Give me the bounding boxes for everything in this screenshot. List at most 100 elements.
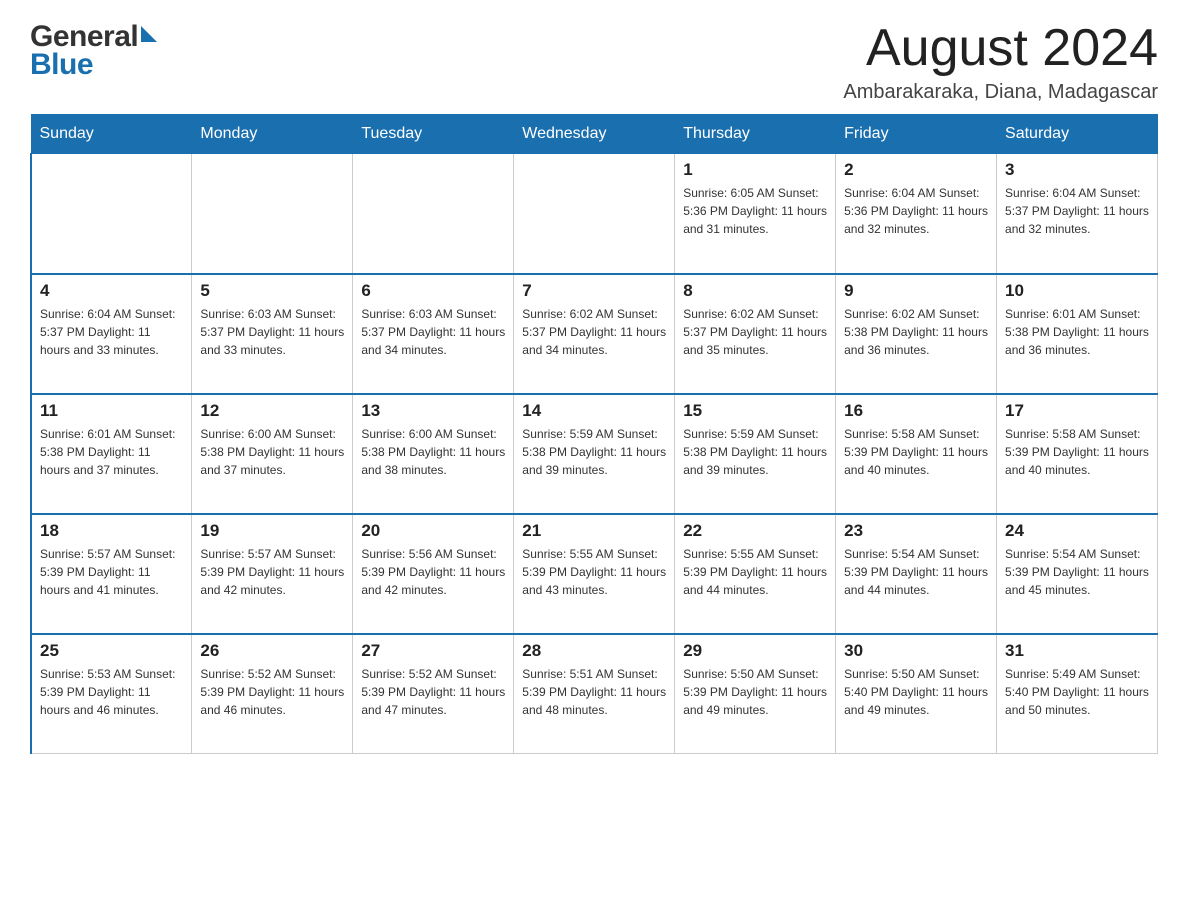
calendar-cell: 14 Sunrise: 5:59 AM Sunset: 5:38 PM Dayli…: [514, 394, 675, 514]
calendar-cell: 12 Sunrise: 6:00 AM Sunset: 5:38 PM Dayli…: [192, 394, 353, 514]
day-number: 4: [40, 281, 183, 301]
day-number: 30: [844, 641, 988, 661]
day-number: 29: [683, 641, 827, 661]
day-info: Sunrise: 5:58 AM Sunset: 5:39 PM Dayligh…: [844, 425, 988, 479]
day-number: 14: [522, 401, 666, 421]
day-number: 27: [361, 641, 505, 661]
day-info: Sunrise: 5:57 AM Sunset: 5:39 PM Dayligh…: [40, 545, 183, 599]
calendar-cell: 20Sunrise: 5:56 AM Sunset: 5:39 PM Dayli…: [353, 514, 514, 634]
calendar-week-row: 18 Sunrise: 5:57 AM Sunset: 5:39 PM Dayli…: [31, 514, 1158, 634]
calendar-cell: 17 Sunrise: 5:58 AM Sunset: 5:39 PM Dayli…: [997, 394, 1158, 514]
day-info: Sunrise: 6:02 AM Sunset: 5:37 PM Dayligh…: [683, 305, 827, 359]
calendar-cell: 6 Sunrise: 6:03 AM Sunset: 5:37 PM Daylig…: [353, 274, 514, 394]
calendar-cell: 8 Sunrise: 6:02 AM Sunset: 5:37 PM Daylig…: [675, 274, 836, 394]
day-number: 28: [522, 641, 666, 661]
day-info: Sunrise: 6:05 AM Sunset: 5:36 PM Dayligh…: [683, 184, 827, 238]
day-number: 17: [1005, 401, 1149, 421]
calendar-cell: 24 Sunrise: 5:54 AM Sunset: 5:39 PM Dayli…: [997, 514, 1158, 634]
day-number: 23: [844, 521, 988, 541]
calendar-cell: 16Sunrise: 5:58 AM Sunset: 5:39 PM Dayli…: [836, 394, 997, 514]
day-info: Sunrise: 6:02 AM Sunset: 5:38 PM Dayligh…: [844, 305, 988, 359]
calendar-cell: 30 Sunrise: 5:50 AM Sunset: 5:40 PM Dayli…: [836, 634, 997, 754]
calendar-cell: 11Sunrise: 6:01 AM Sunset: 5:38 PM Dayli…: [31, 394, 192, 514]
day-number: 12: [200, 401, 344, 421]
day-number: 31: [1005, 641, 1149, 661]
day-info: Sunrise: 6:04 AM Sunset: 5:37 PM Dayligh…: [1005, 184, 1149, 238]
day-number: 22: [683, 521, 827, 541]
day-info: Sunrise: 5:56 AM Sunset: 5:39 PM Dayligh…: [361, 545, 505, 599]
day-info: Sunrise: 6:04 AM Sunset: 5:36 PM Dayligh…: [844, 184, 988, 238]
day-info: Sunrise: 6:00 AM Sunset: 5:38 PM Dayligh…: [200, 425, 344, 479]
calendar-cell: 22Sunrise: 5:55 AM Sunset: 5:39 PM Dayli…: [675, 514, 836, 634]
calendar-cell: 31 Sunrise: 5:49 AM Sunset: 5:40 PM Dayli…: [997, 634, 1158, 754]
weekday-header-wednesday: Wednesday: [514, 115, 675, 154]
day-number: 8: [683, 281, 827, 301]
logo-triangle-icon: [141, 26, 157, 42]
day-info: Sunrise: 5:59 AM Sunset: 5:38 PM Dayligh…: [522, 425, 666, 479]
day-number: 7: [522, 281, 666, 301]
day-number: 21: [522, 521, 666, 541]
calendar-cell: 21 Sunrise: 5:55 AM Sunset: 5:39 PM Dayli…: [514, 514, 675, 634]
calendar-cell: [514, 154, 675, 274]
calendar-week-row: 25 Sunrise: 5:53 AM Sunset: 5:39 PM Dayli…: [31, 634, 1158, 754]
day-info: Sunrise: 6:01 AM Sunset: 5:38 PM Dayligh…: [1005, 305, 1149, 359]
day-info: Sunrise: 6:03 AM Sunset: 5:37 PM Dayligh…: [361, 305, 505, 359]
calendar-cell: 28Sunrise: 5:51 AM Sunset: 5:39 PM Dayli…: [514, 634, 675, 754]
weekday-header-tuesday: Tuesday: [353, 115, 514, 154]
calendar-cell: 15 Sunrise: 5:59 AM Sunset: 5:38 PM Dayli…: [675, 394, 836, 514]
title-area: August 2024 Ambarakaraka, Diana, Madagas…: [843, 20, 1158, 104]
calendar-cell: 9 Sunrise: 6:02 AM Sunset: 5:38 PM Daylig…: [836, 274, 997, 394]
calendar-cell: 3Sunrise: 6:04 AM Sunset: 5:37 PM Daylig…: [997, 154, 1158, 274]
day-info: Sunrise: 5:54 AM Sunset: 5:39 PM Dayligh…: [1005, 545, 1149, 599]
calendar-cell: 27 Sunrise: 5:52 AM Sunset: 5:39 PM Dayli…: [353, 634, 514, 754]
day-info: Sunrise: 5:53 AM Sunset: 5:39 PM Dayligh…: [40, 665, 183, 719]
weekday-header-thursday: Thursday: [675, 115, 836, 154]
day-number: 5: [200, 281, 344, 301]
day-info: Sunrise: 5:49 AM Sunset: 5:40 PM Dayligh…: [1005, 665, 1149, 719]
weekday-header-friday: Friday: [836, 115, 997, 154]
day-info: Sunrise: 5:50 AM Sunset: 5:39 PM Dayligh…: [683, 665, 827, 719]
day-number: 10: [1005, 281, 1149, 301]
day-info: Sunrise: 5:52 AM Sunset: 5:39 PM Dayligh…: [200, 665, 344, 719]
calendar-week-row: 4 Sunrise: 6:04 AM Sunset: 5:37 PM Daylig…: [31, 274, 1158, 394]
day-info: Sunrise: 6:02 AM Sunset: 5:37 PM Dayligh…: [522, 305, 666, 359]
day-info: Sunrise: 6:00 AM Sunset: 5:38 PM Dayligh…: [361, 425, 505, 479]
day-number: 13: [361, 401, 505, 421]
day-number: 19: [200, 521, 344, 541]
day-info: Sunrise: 5:50 AM Sunset: 5:40 PM Dayligh…: [844, 665, 988, 719]
calendar-cell: 26 Sunrise: 5:52 AM Sunset: 5:39 PM Dayli…: [192, 634, 353, 754]
calendar-cell: 1 Sunrise: 6:05 AM Sunset: 5:36 PM Daylig…: [675, 154, 836, 274]
weekday-header-sunday: Sunday: [31, 115, 192, 154]
calendar-cell: 13 Sunrise: 6:00 AM Sunset: 5:38 PM Dayli…: [353, 394, 514, 514]
calendar-cell: [31, 154, 192, 274]
day-info: Sunrise: 5:52 AM Sunset: 5:39 PM Dayligh…: [361, 665, 505, 719]
day-number: 9: [844, 281, 988, 301]
day-info: Sunrise: 5:58 AM Sunset: 5:39 PM Dayligh…: [1005, 425, 1149, 479]
day-number: 26: [200, 641, 344, 661]
calendar-cell: 29 Sunrise: 5:50 AM Sunset: 5:39 PM Dayli…: [675, 634, 836, 754]
calendar-cell: 19Sunrise: 5:57 AM Sunset: 5:39 PM Dayli…: [192, 514, 353, 634]
calendar-header-row: SundayMondayTuesdayWednesdayThursdayFrid…: [31, 115, 1158, 154]
day-number: 11: [40, 401, 183, 421]
calendar-week-row: 11Sunrise: 6:01 AM Sunset: 5:38 PM Dayli…: [31, 394, 1158, 514]
day-number: 6: [361, 281, 505, 301]
page-header: General Blue August 2024 Ambarakaraka, D…: [30, 20, 1158, 104]
calendar-cell: [192, 154, 353, 274]
day-number: 25: [40, 641, 183, 661]
calendar-cell: 4 Sunrise: 6:04 AM Sunset: 5:37 PM Daylig…: [31, 274, 192, 394]
day-number: 1: [683, 160, 827, 180]
day-number: 18: [40, 521, 183, 541]
day-info: Sunrise: 5:59 AM Sunset: 5:38 PM Dayligh…: [683, 425, 827, 479]
calendar-cell: [353, 154, 514, 274]
day-number: 24: [1005, 521, 1149, 541]
calendar-cell: 18 Sunrise: 5:57 AM Sunset: 5:39 PM Dayli…: [31, 514, 192, 634]
calendar-cell: 25 Sunrise: 5:53 AM Sunset: 5:39 PM Dayli…: [31, 634, 192, 754]
logo-blue-text: Blue: [30, 48, 93, 82]
calendar-week-row: 1 Sunrise: 6:05 AM Sunset: 5:36 PM Daylig…: [31, 154, 1158, 274]
calendar-cell: 5Sunrise: 6:03 AM Sunset: 5:37 PM Daylig…: [192, 274, 353, 394]
day-number: 15: [683, 401, 827, 421]
calendar-table: SundayMondayTuesdayWednesdayThursdayFrid…: [30, 114, 1158, 754]
calendar-cell: 23Sunrise: 5:54 AM Sunset: 5:39 PM Dayli…: [836, 514, 997, 634]
day-info: Sunrise: 5:55 AM Sunset: 5:39 PM Dayligh…: [522, 545, 666, 599]
day-info: Sunrise: 6:04 AM Sunset: 5:37 PM Dayligh…: [40, 305, 183, 359]
